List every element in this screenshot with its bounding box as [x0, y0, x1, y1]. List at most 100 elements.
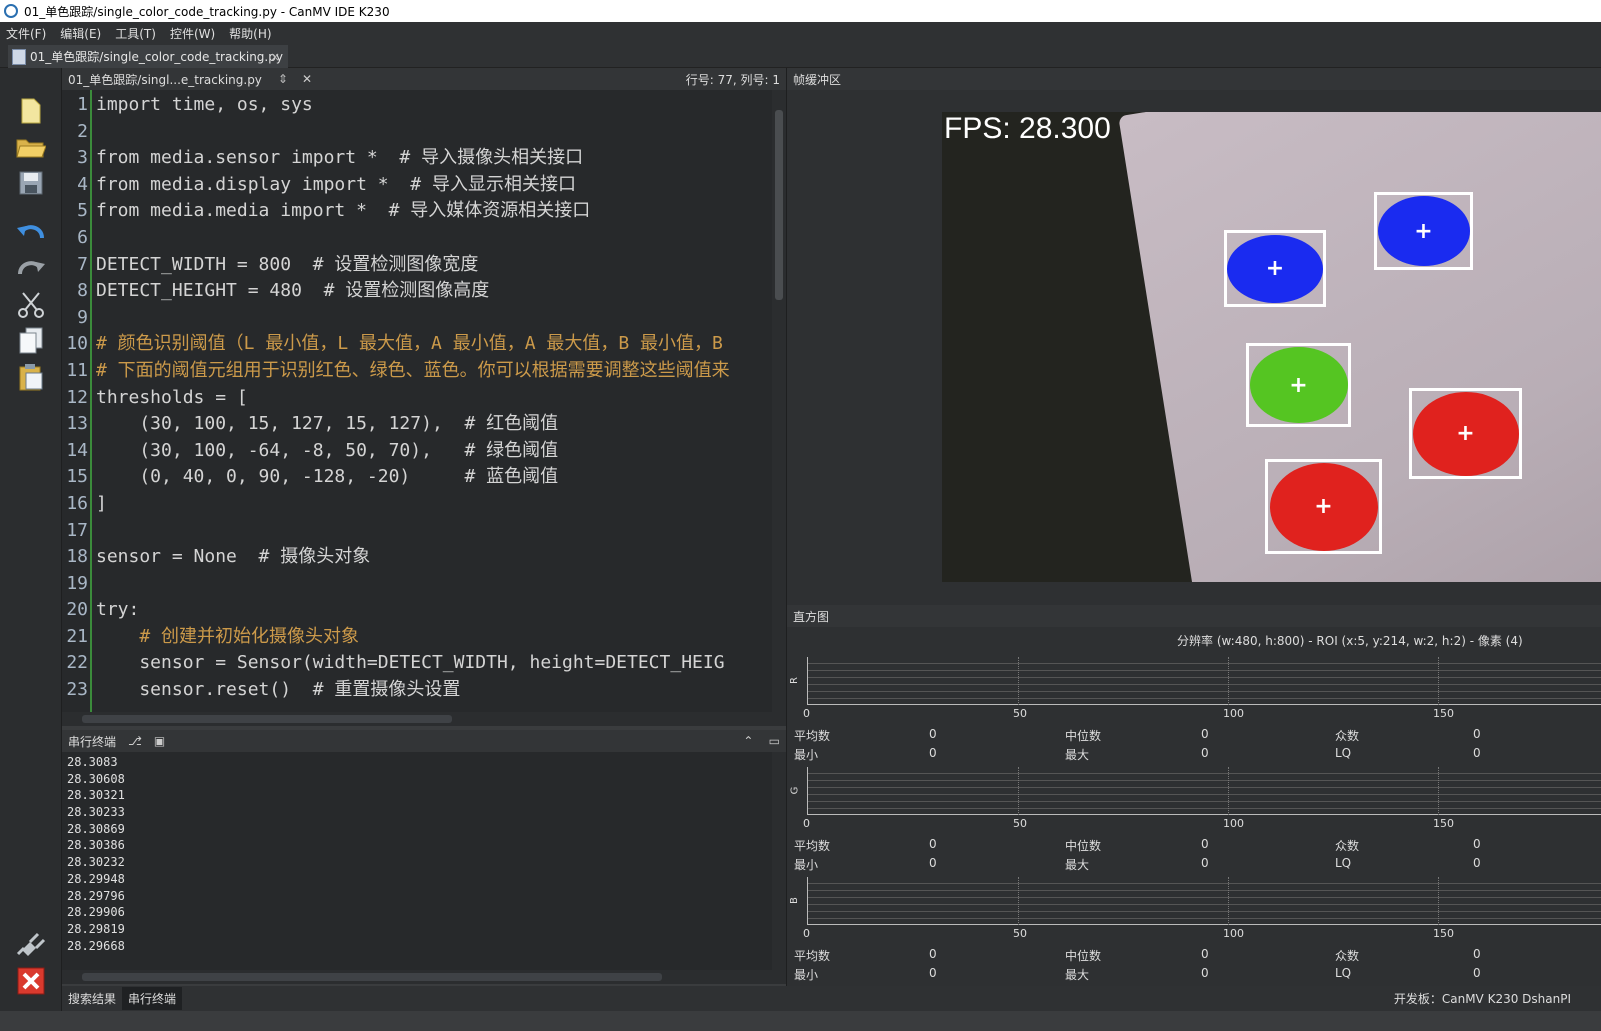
stat-median: 0	[1201, 947, 1209, 961]
new-file-icon[interactable]	[14, 94, 48, 128]
code-line[interactable]: sensor = Sensor(width=DETECT_WIDTH, heig…	[96, 650, 730, 677]
stat-lq: 0	[1473, 746, 1481, 760]
code-area[interactable]: import time, os, sys from media.sensor im…	[96, 92, 730, 704]
close-document-icon[interactable]: ✕	[302, 72, 312, 86]
line-number: 18	[66, 546, 88, 568]
code-line[interactable]: DETECT_WIDTH = 800 # 设置检测图像宽度	[96, 252, 730, 279]
stat-mean-label: 平均数	[794, 729, 831, 743]
code-line[interactable]: from media.display import * # 导入显示相关接口	[96, 172, 730, 199]
code-line[interactable]: # 下面的阈值元组用于识别红色、绿色、蓝色。你可以根据需要调整这些阈值来	[96, 358, 730, 385]
code-line[interactable]: # 创建并初始化摄像头对象	[96, 624, 730, 651]
redo-icon[interactable]	[14, 250, 48, 284]
bottom-panel-tabs: 搜索结果 串行终端	[62, 986, 786, 1011]
code-line[interactable]: sensor = None # 摄像头对象	[96, 544, 730, 571]
grid-line	[1228, 657, 1229, 705]
terminal-clear-icon[interactable]: ⎇	[128, 734, 142, 748]
stat-mean-label: 平均数	[794, 839, 831, 853]
code-line[interactable]	[96, 225, 730, 252]
stat-mode-label: 众数	[1335, 729, 1360, 743]
code-line[interactable]: # 颜色识别阈值（L 最小值，L 最大值，A 最小值，A 最大值，B 最小值，B	[96, 331, 730, 358]
stop-run-icon[interactable]	[14, 964, 48, 998]
tracked-blob-blue-2: +	[1374, 192, 1473, 270]
terminal-line: 28.30233	[67, 805, 125, 820]
code-editor[interactable]: 1 2 3 4 5 6 7 8 9 10 11 12 13 14 15 16 17 18 19 20 21 22 23 im…	[62, 90, 772, 712]
stat-mode-label: 众数	[1335, 949, 1360, 963]
open-folder-icon[interactable]	[14, 130, 48, 164]
menu-bar: 文件(F) 编辑(E) 工具(T) 控件(W) 帮助(H)	[0, 22, 1601, 44]
terminal-save-icon[interactable]: ▣	[154, 734, 165, 748]
histogram-plot[interactable]	[807, 657, 1601, 705]
tab-search-results[interactable]: 搜索结果	[62, 987, 122, 1010]
left-toolbar	[0, 68, 62, 1011]
undo-icon[interactable]	[14, 214, 48, 248]
editor-header: 01_单色跟踪/singl...e_tracking.py ⇕ ✕ 行号: 77…	[62, 68, 786, 90]
editor-file-selector[interactable]: 01_单色跟踪/singl...e_tracking.py	[68, 71, 262, 88]
code-line[interactable]: (30, 100, 15, 127, 15, 127), # 红色阈值	[96, 411, 730, 438]
terminal-line: 28.29819	[67, 921, 125, 936]
menu-tools[interactable]: 工具(T)	[115, 25, 156, 42]
line-number: 23	[66, 679, 88, 701]
line-number: 11	[66, 359, 88, 381]
close-tab-icon[interactable]: ×	[270, 50, 280, 64]
file-tab-bar: 01_单色跟踪/single_color_code_tracking.py ×	[0, 44, 1601, 68]
grid-line	[1228, 877, 1229, 925]
tracked-blob-red-2: +	[1265, 459, 1382, 554]
code-line[interactable]: import time, os, sys	[96, 92, 730, 119]
serial-terminal-output[interactable]: 28.3083 28.30608 28.30321 28.30233 28.30869 2…	[62, 752, 772, 970]
stat-min: 0	[929, 856, 937, 870]
paste-icon[interactable]	[14, 360, 48, 394]
terminal-vertical-scrollbar[interactable]	[772, 752, 786, 970]
stat-median: 0	[1201, 727, 1209, 741]
line-number: 17	[66, 519, 88, 541]
stat-max-label: 最大	[1065, 748, 1090, 762]
code-line[interactable]: (0, 40, 0, 90, -128, -20) # 蓝色阈值	[96, 464, 730, 491]
menu-widgets[interactable]: 控件(W)	[170, 25, 215, 42]
axis-tick-label: 50	[1013, 927, 1027, 940]
terminal-line: 28.29796	[67, 888, 125, 903]
code-line[interactable]: (30, 100, -64, -8, 50, 70), # 绿色阈值	[96, 438, 730, 465]
connect-plug-icon[interactable]	[14, 926, 48, 960]
fps-overlay: FPS: 28.300	[944, 112, 1111, 145]
code-line[interactable]: from media.sensor import * # 导入摄像头相关接口	[96, 145, 730, 172]
line-number: 6	[77, 226, 88, 248]
tracked-blob-blue-1: +	[1224, 230, 1326, 307]
code-line[interactable]: DETECT_HEIGHT = 480 # 设置检测图像高度	[96, 278, 730, 305]
stat-min-label: 最小	[794, 858, 819, 872]
menu-file[interactable]: 文件(F)	[6, 25, 46, 42]
axis-tick-label: 150	[1433, 707, 1454, 720]
line-number: 16	[66, 492, 88, 514]
tab-serial-terminal[interactable]: 串行终端	[122, 987, 183, 1010]
code-line[interactable]	[96, 571, 730, 598]
editor-vertical-scrollbar[interactable]	[772, 90, 786, 712]
code-line[interactable]: try:	[96, 597, 730, 624]
stat-mode-label: 众数	[1335, 839, 1360, 853]
file-tab[interactable]: 01_单色跟踪/single_color_code_tracking.py ×	[8, 45, 288, 68]
stat-lq: 0	[1473, 966, 1481, 980]
line-number: 10	[66, 333, 88, 355]
camera-frame[interactable]: FPS: 28.300 + + + + +	[942, 112, 1601, 582]
histogram-plot[interactable]	[807, 767, 1601, 815]
menu-help[interactable]: 帮助(H)	[229, 25, 271, 42]
code-line[interactable]	[96, 518, 730, 545]
file-switch-icon[interactable]: ⇕	[278, 72, 288, 86]
status-bar: 开发板：CanMV K230 DshanPI	[786, 986, 1601, 1011]
code-line[interactable]: ]	[96, 491, 730, 518]
code-line[interactable]	[96, 119, 730, 146]
terminal-collapse-icon[interactable]: ⌃ ▭	[743, 734, 780, 748]
stat-max: 0	[1201, 746, 1209, 760]
editor-horizontal-scrollbar[interactable]	[62, 712, 786, 726]
copy-icon[interactable]	[14, 324, 48, 358]
stat-max: 0	[1201, 966, 1209, 980]
code-line[interactable]: sensor.reset() # 重置摄像头设置	[96, 677, 730, 704]
histogram-plot[interactable]	[807, 877, 1601, 925]
code-line[interactable]: thresholds = [	[96, 385, 730, 412]
save-icon[interactable]	[14, 166, 48, 200]
code-line[interactable]	[96, 305, 730, 332]
line-number: 19	[66, 572, 88, 594]
menu-edit[interactable]: 编辑(E)	[60, 25, 101, 42]
terminal-horizontal-scrollbar[interactable]	[62, 970, 786, 984]
channel-label: R	[788, 677, 800, 684]
code-line[interactable]: from media.media import * # 导入媒体资源相关接口	[96, 198, 730, 225]
cut-icon[interactable]	[14, 288, 48, 322]
terminal-header: 串行终端 ⎇ ▣ ⌃ ▭	[62, 730, 786, 752]
